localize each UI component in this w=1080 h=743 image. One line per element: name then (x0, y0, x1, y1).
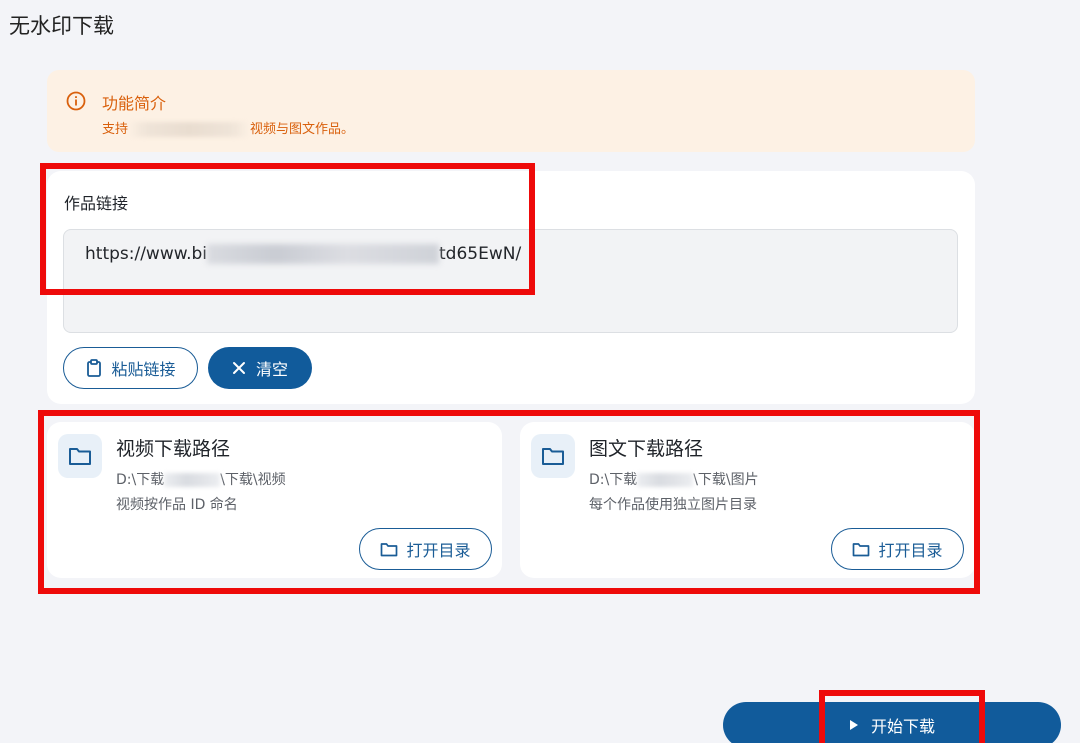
page-title: 无水印下载 (9, 14, 114, 38)
annotation-box-link (40, 163, 535, 295)
info-banner: 功能简介 支持 视频与图文作品。 (47, 70, 975, 152)
paste-link-button[interactable]: 粘贴链接 (63, 347, 198, 389)
info-desc-prefix: 支持 (102, 122, 129, 137)
clear-button[interactable]: 清空 (208, 347, 312, 389)
annotation-box-paths (38, 410, 980, 594)
info-title: 功能简介 (102, 94, 167, 113)
clear-label: 清空 (255, 360, 288, 379)
clipboard-icon (85, 359, 103, 377)
redacted-text (128, 122, 251, 137)
info-desc-suffix: 视频与图文作品。 (250, 122, 355, 137)
paste-link-label: 粘贴链接 (111, 360, 176, 379)
info-circle-icon (66, 91, 86, 111)
info-description: 支持 视频与图文作品。 (102, 118, 354, 137)
close-icon (232, 361, 246, 375)
annotation-box-start (819, 690, 985, 743)
